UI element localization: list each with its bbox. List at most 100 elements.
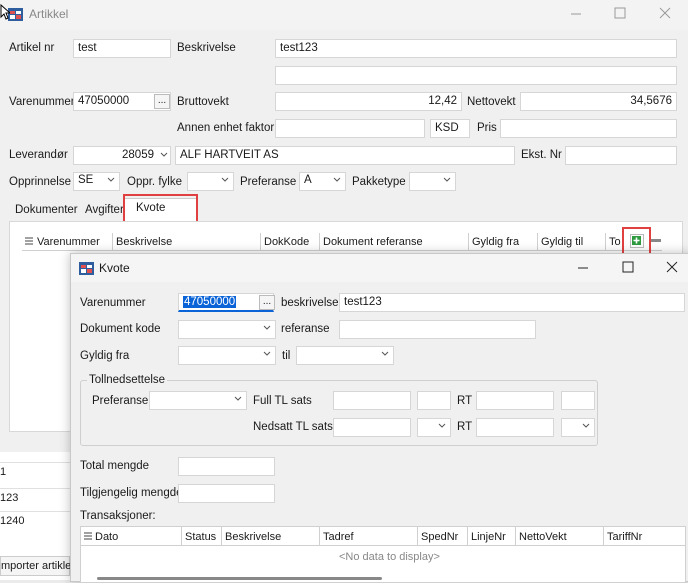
dialog-preferanse-select[interactable] (149, 391, 247, 410)
col-dato[interactable]: Dato (95, 531, 118, 543)
referanse-field[interactable] (339, 320, 536, 339)
varenummer-lookup-button[interactable]: ... (154, 94, 170, 109)
total-mengde-label: Total mengde (80, 460, 150, 472)
mouse-cursor-icon (0, 4, 10, 20)
rt2-unit-select[interactable] (561, 418, 595, 437)
artikel-nr-field[interactable]: test (73, 39, 171, 58)
rt-field[interactable] (476, 391, 554, 410)
nettovekt-label: Nettovekt (467, 96, 516, 108)
tilgjengelig-mengde-field[interactable] (178, 484, 275, 503)
beskrivelse-label: Beskrivelse (177, 42, 236, 54)
dialog-varenummer-lookup-button[interactable]: ... (259, 295, 275, 310)
ksd-field[interactable]: KSD (430, 119, 470, 138)
grid-col-dokkode[interactable]: DokKode (264, 236, 309, 248)
dialog-beskrivelse-field[interactable]: test123 (339, 293, 685, 312)
preferanse-value: A (304, 174, 312, 186)
beskrivelse-field[interactable]: test123 (275, 39, 677, 58)
dialog-varenummer-label: Varenummer (80, 297, 146, 309)
col-beskrivelse[interactable]: Beskrivelse (225, 531, 281, 543)
importer-artikler-button[interactable]: mporter artikler (0, 556, 75, 576)
grid-col-gyldig-til[interactable]: Gyldig til (541, 236, 583, 248)
col-status[interactable]: Status (185, 531, 216, 543)
col-tadref[interactable]: Tadref (323, 531, 354, 543)
chevron-down-icon[interactable] (160, 151, 168, 159)
dokument-kode-select[interactable] (178, 320, 276, 339)
chevron-down-icon (443, 177, 451, 182)
grid-col-to[interactable]: To (609, 236, 621, 248)
minimize-icon[interactable] (569, 7, 583, 21)
main-title-bar: Artikkel (0, 0, 688, 30)
grid-menu-icon[interactable] (25, 237, 33, 246)
grid-col-gyldig-fra[interactable]: Gyldig fra (472, 236, 519, 248)
chevron-down-icon (333, 177, 341, 182)
grid-menu-icon[interactable] (84, 532, 92, 541)
opprinnelse-value: SE (78, 174, 94, 186)
ekst-nr-field[interactable] (565, 146, 677, 165)
annen-enhet-faktor-field[interactable] (275, 119, 425, 138)
preferanse-select[interactable]: A (299, 172, 346, 191)
tab-avgifter[interactable]: Avgifter (85, 204, 124, 216)
rt-label: RT (457, 395, 473, 407)
chevron-down-icon (263, 351, 271, 356)
col-nettovekt[interactable]: NettoVekt (519, 531, 567, 543)
gyldig-fra-select[interactable] (178, 346, 276, 365)
total-mengde-field[interactable] (178, 457, 275, 476)
dialog-beskrivelse-label: beskrivelse (281, 297, 339, 309)
pris-field[interactable] (500, 119, 677, 138)
full-tl-sats-field[interactable] (333, 391, 411, 410)
minimize-icon[interactable] (576, 261, 590, 275)
chevron-down-icon (381, 351, 389, 356)
beskrivelse-field-2[interactable] (275, 66, 677, 85)
app-icon (79, 262, 94, 275)
transaksjoner-header: Dato Status Beskrivelse Tadref SpedNr Li… (81, 527, 685, 546)
col-spednr[interactable]: SpedNr (421, 531, 458, 543)
bruttovekt-field[interactable]: 12,42 (275, 92, 462, 111)
maximize-icon[interactable] (613, 6, 627, 20)
chevron-down-icon (438, 423, 446, 428)
tab-dokumenter[interactable]: Dokumenter (15, 204, 78, 216)
list-item[interactable]: 123 (0, 488, 70, 506)
main-window-title: Artikkel (29, 7, 69, 21)
list-item[interactable]: 1 (0, 462, 70, 480)
list-item[interactable]: 1240 (0, 511, 70, 529)
nedsatt-tl-sats-field[interactable] (333, 418, 411, 437)
gyldig-til-select[interactable] (296, 346, 394, 365)
leverandor-label: Leverandør (9, 149, 68, 161)
col-linjenr[interactable]: LinjeNr (471, 531, 506, 543)
annen-enhet-faktor-label: Annen enhet faktor (177, 122, 275, 134)
transaksjoner-label: Transaksjoner: (80, 510, 156, 522)
close-icon[interactable] (665, 260, 679, 274)
remove-icon[interactable] (650, 239, 661, 243)
artikel-nr-label: Artikel nr (9, 42, 55, 54)
varenummer-label: Varenummer (9, 96, 75, 108)
grid-col-dokument-referanse[interactable]: Dokument referanse (323, 236, 423, 248)
close-icon[interactable] (658, 6, 672, 20)
grid-col-beskrivelse[interactable]: Beskrivelse (116, 236, 172, 248)
nettovekt-field[interactable]: 34,5676 (520, 92, 677, 111)
rt2-label: RT (457, 421, 473, 433)
grid-col-varenummer[interactable]: Varenummer (37, 236, 100, 248)
full-tl-sats-unit-field[interactable] (417, 391, 451, 410)
nedsatt-tl-sats-label: Nedsatt TL sats (253, 421, 333, 433)
dialog-varenummer-value: 47050000 (183, 296, 237, 308)
full-tl-sats-label: Full TL sats (253, 395, 312, 407)
leverandor-name-field[interactable]: ALF HARTVEIT AS (175, 146, 515, 165)
dokument-kode-label: Dokument kode (80, 323, 161, 335)
leverandor-id-field[interactable]: 28059 (73, 146, 171, 165)
oppr-fylke-select[interactable] (187, 172, 234, 191)
preferanse-label: Preferanse (240, 176, 297, 188)
rt-unit-field[interactable] (561, 391, 595, 410)
dialog-title: Kvote (99, 261, 130, 275)
rt2-field[interactable] (476, 418, 554, 437)
maximize-icon[interactable] (621, 260, 635, 274)
ekst-nr-label: Ekst. Nr (521, 149, 562, 161)
chevron-down-icon (234, 396, 242, 401)
opprinnelse-select[interactable]: SE (73, 172, 120, 191)
app-icon (8, 8, 23, 21)
nedsatt-tl-sats-unit-select[interactable] (417, 418, 451, 437)
list-item-text: 123 (0, 492, 19, 504)
col-tariffnr[interactable]: TariffNr (607, 531, 642, 543)
opprinnelse-label: Opprinnelse (9, 176, 72, 188)
pakketype-select[interactable] (409, 172, 456, 191)
til-label: til (282, 350, 291, 362)
